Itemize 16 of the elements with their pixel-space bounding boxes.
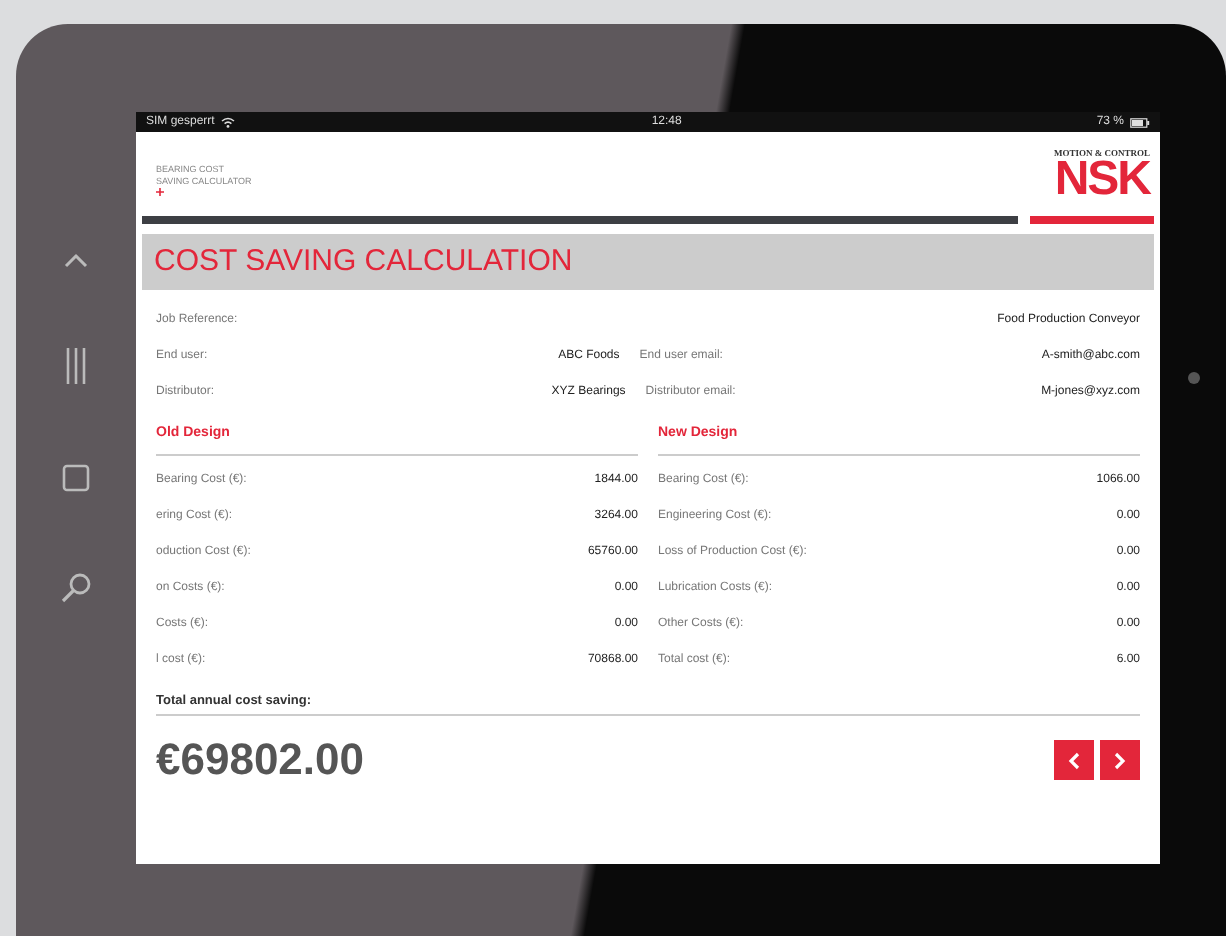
total-saving-value: €69802.00 <box>156 734 364 786</box>
bars-icon[interactable] <box>64 348 88 384</box>
nsk-logo: NSK <box>1054 158 1150 202</box>
chevron-right-icon <box>1114 751 1126 769</box>
plus-icon <box>156 188 164 196</box>
search-icon[interactable] <box>60 572 92 604</box>
square-icon[interactable] <box>62 464 90 492</box>
camera-dot <box>1187 372 1199 384</box>
chevron-up-icon[interactable] <box>64 252 88 268</box>
page-title: COST SAVING CALCULATION <box>154 244 573 278</box>
battery-icon <box>1130 117 1150 127</box>
wifi-icon <box>220 116 237 128</box>
forward-button[interactable] <box>1100 740 1140 780</box>
accent-stripe <box>1030 216 1154 224</box>
chevron-left-icon <box>1068 751 1080 769</box>
back-button[interactable] <box>1054 740 1094 780</box>
